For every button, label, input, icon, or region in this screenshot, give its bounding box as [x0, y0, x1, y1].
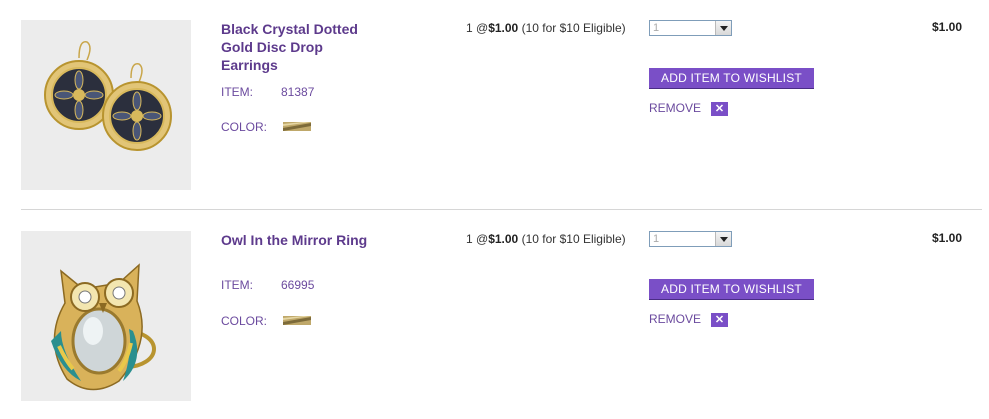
line-total: $1.00	[931, 231, 962, 245]
price-qty: 1 @	[466, 232, 489, 246]
unit-price: 1 @$1.00 (10 for $10 Eligible)	[466, 232, 626, 246]
product-name[interactable]: Owl In the Mirror Ring	[221, 231, 381, 249]
item-number: 81387	[281, 85, 315, 99]
color-label: COLOR:	[221, 120, 268, 134]
line-total: $1.00	[931, 20, 962, 34]
close-icon[interactable]: ✕	[711, 313, 728, 327]
item-label: ITEM:	[221, 278, 253, 292]
price-value: $1.00	[488, 21, 519, 35]
price-note: (10 for $10 Eligible)	[521, 21, 626, 35]
price-value: $1.00	[488, 232, 519, 246]
color-label: COLOR:	[221, 314, 268, 328]
owl-ring-illustration	[51, 263, 156, 391]
product-name[interactable]: Black Crystal Dotted Gold Disc Drop Earr…	[221, 20, 381, 74]
earrings-image[interactable]	[21, 20, 191, 190]
cart-item: Owl In the Mirror Ring ITEM: 66995 COLOR…	[0, 211, 989, 411]
price-note: (10 for $10 Eligible)	[521, 232, 626, 246]
remove-link[interactable]: REMOVE	[649, 312, 701, 326]
row-divider	[21, 209, 982, 210]
color-swatch-icon	[283, 122, 311, 131]
quantity-select[interactable]: 1	[649, 20, 732, 36]
owl-ring-image[interactable]	[21, 231, 191, 401]
chevron-down-icon[interactable]	[715, 232, 731, 246]
color-swatch-icon	[283, 316, 311, 325]
quantity-select[interactable]: 1	[649, 231, 732, 247]
cart-item: Black Crystal Dotted Gold Disc Drop Earr…	[0, 0, 989, 200]
item-number: 66995	[281, 278, 315, 292]
unit-price: 1 @$1.00 (10 for $10 Eligible)	[466, 21, 626, 35]
earrings-illustration	[44, 41, 172, 151]
item-label: ITEM:	[221, 85, 253, 99]
quantity-value: 1	[653, 233, 660, 245]
chevron-down-icon[interactable]	[715, 21, 731, 35]
quantity-value: 1	[653, 22, 660, 34]
remove-link[interactable]: REMOVE	[649, 101, 701, 115]
add-to-wishlist-button[interactable]: ADD ITEM TO WISHLIST	[649, 68, 814, 88]
close-icon[interactable]: ✕	[711, 102, 728, 116]
add-to-wishlist-button[interactable]: ADD ITEM TO WISHLIST	[649, 279, 814, 299]
price-qty: 1 @	[466, 21, 489, 35]
